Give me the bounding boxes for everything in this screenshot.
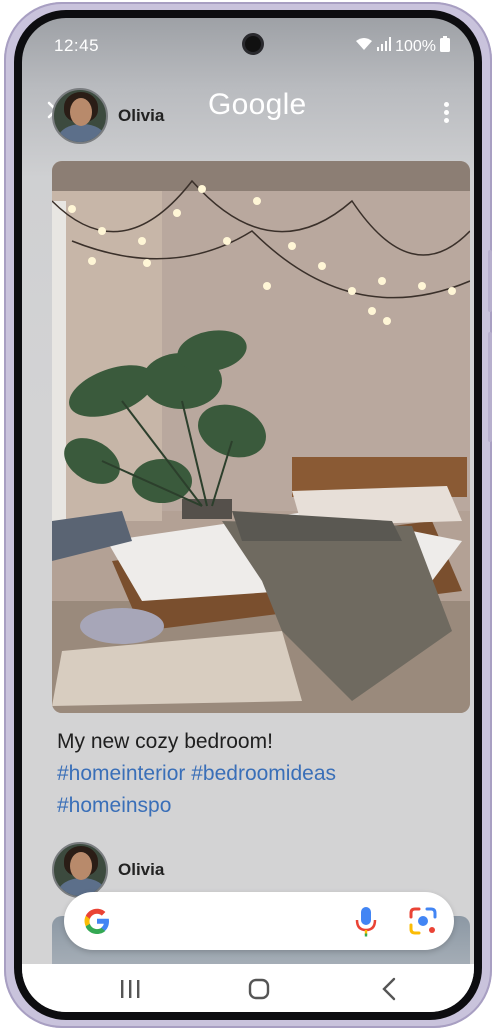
user-name[interactable]: Olivia xyxy=(118,106,164,126)
post-hashtags[interactable]: #homeinterior #bedroomideas #homeinspo xyxy=(57,758,437,822)
status-time: 12:45 xyxy=(54,36,100,55)
mic-icon[interactable] xyxy=(354,905,378,937)
phone-frame: 12:45 100% Olivia Google My new cozy bed… xyxy=(4,2,492,1028)
power-button xyxy=(488,332,492,442)
google-search-bar[interactable] xyxy=(64,892,454,950)
status-icons: 100% xyxy=(355,36,450,57)
signal-icon xyxy=(377,37,392,56)
user-name[interactable]: Olivia xyxy=(118,860,164,880)
google-logo: Google xyxy=(208,88,307,121)
front-camera xyxy=(242,33,264,55)
home-icon[interactable] xyxy=(248,978,270,1000)
screen: 12:45 100% Olivia Google My new cozy bed… xyxy=(22,18,474,1012)
google-g-icon xyxy=(84,908,109,934)
recents-icon[interactable] xyxy=(118,978,142,1000)
phone-bezel: 12:45 100% Olivia Google My new cozy bed… xyxy=(14,10,482,1020)
post-image[interactable] xyxy=(52,161,470,713)
battery-icon xyxy=(440,36,450,57)
wifi-icon xyxy=(355,37,373,56)
google-lens-icon[interactable] xyxy=(407,905,439,937)
volume-button xyxy=(488,250,492,312)
status-bar: 12:45 100% xyxy=(22,18,474,62)
system-navigation-bar xyxy=(22,964,474,1012)
back-icon[interactable] xyxy=(380,976,398,1002)
story-header: Olivia Google xyxy=(22,76,474,146)
avatar[interactable] xyxy=(52,88,108,144)
more-options-button[interactable] xyxy=(436,100,456,124)
post-caption: My new cozy bedroom! xyxy=(57,730,273,753)
avatar[interactable] xyxy=(52,842,108,898)
more-vert-icon xyxy=(443,102,449,107)
battery-percent: 100% xyxy=(395,37,436,55)
